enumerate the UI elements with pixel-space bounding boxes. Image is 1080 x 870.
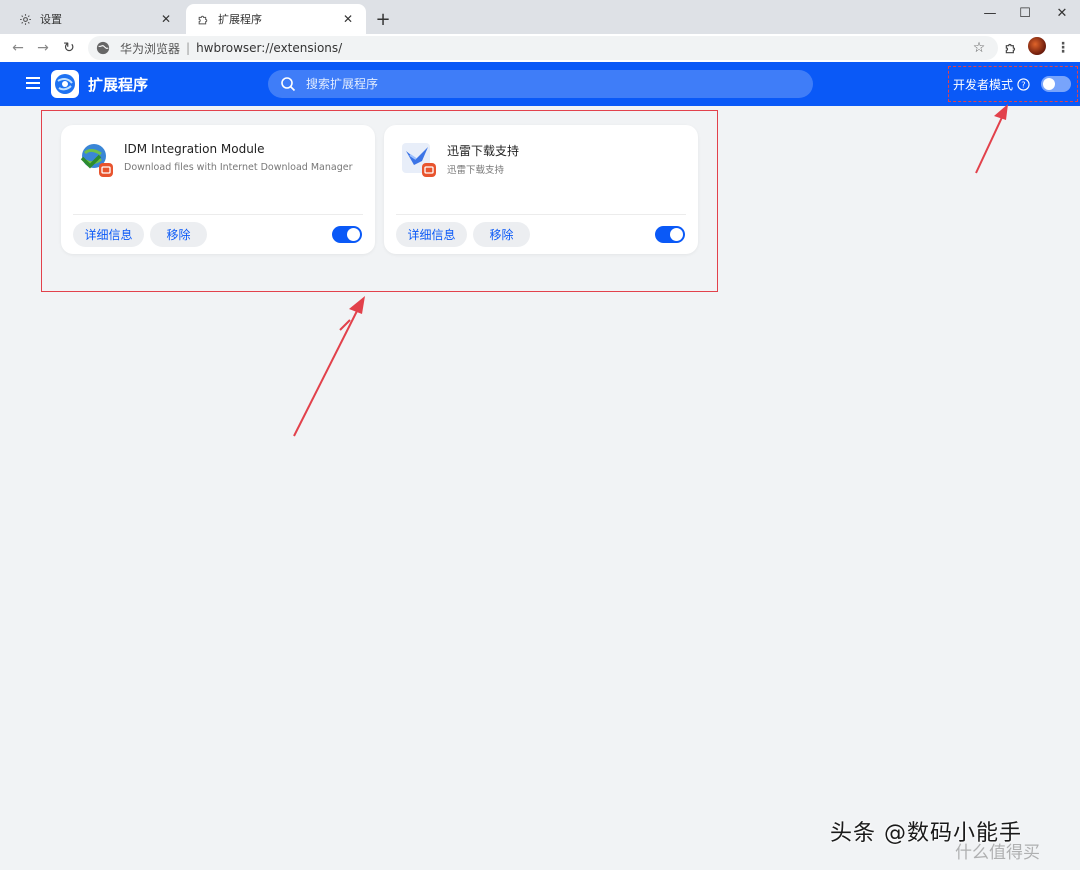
annotation-arrows	[293, 104, 1008, 437]
arrow-to-devmode	[975, 104, 1008, 174]
watermark-sub: 什么值得买	[955, 843, 1040, 863]
arrow-to-extensions	[293, 296, 365, 437]
